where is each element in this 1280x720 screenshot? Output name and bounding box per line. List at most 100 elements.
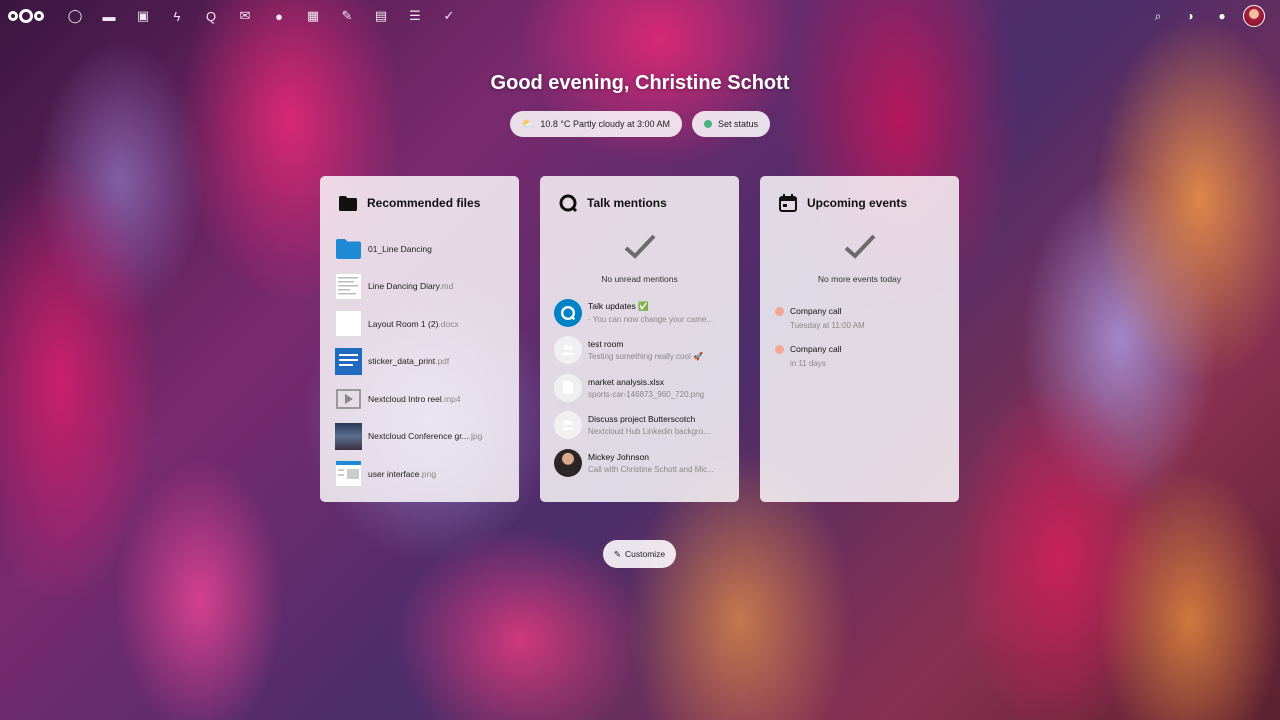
avatar [554, 448, 582, 477]
recommended-files-panel: Recommended files 01_Line Dancing Line D… [320, 176, 519, 502]
calendar-color-dot [775, 307, 784, 316]
mention-subtitle: sports-car-146873_960_720.png [588, 389, 705, 399]
user-menu[interactable] [1238, 0, 1270, 32]
event-title: Company call [790, 343, 842, 354]
avatar [1243, 5, 1265, 27]
contacts-icon[interactable]: ● [262, 0, 296, 32]
set-status-button[interactable]: Set status [692, 111, 771, 137]
talk-mentions-panel: Talk mentions No unread mentions Talk up… [540, 176, 739, 502]
mention-item[interactable]: test room Testing something really cool 🚀 [540, 332, 739, 370]
empty-message: No unread mentions [601, 274, 678, 284]
talk-icon [558, 193, 578, 213]
weather-text: 10.8 °C Partly cloudy at 3:00 AM [540, 119, 671, 129]
file-ext: .docx [438, 318, 459, 329]
file-ext: .pdf [435, 356, 450, 367]
file-ext: .jpg [468, 431, 483, 442]
empty-state: No unread mentions [540, 230, 739, 284]
mention-subtitle: Nextcloud Hub Linkedin backgro... [588, 427, 710, 437]
checkmark-icon [844, 234, 875, 259]
blank-document-thumbnail [335, 310, 362, 338]
deck-icon[interactable]: ▤ [364, 0, 398, 32]
file-item[interactable]: Layout Room 1 (2).docx [320, 305, 519, 343]
contacts-menu-icon[interactable]: ● [1206, 0, 1238, 32]
group-icon [554, 411, 582, 440]
mention-title: Talk updates ✅ [588, 301, 649, 312]
file-item[interactable]: Line Dancing Diary.md [320, 268, 519, 306]
nextcloud-logo[interactable] [8, 6, 46, 26]
talk-icon[interactable]: Q [194, 0, 228, 32]
panel-title: Upcoming events [807, 196, 908, 210]
photo-thumbnail [335, 422, 362, 450]
mention-title: test room [588, 339, 624, 350]
file-item[interactable]: sticker_data_print.pdf [320, 343, 519, 381]
dashboard-icon[interactable]: ◯ [58, 0, 92, 32]
panel-title: Talk mentions [587, 196, 667, 210]
app-menu: ◯ ▬ ▣ ϟ Q ✉ ● ▦ ✎ ▤ ☰ ✓ [58, 0, 466, 32]
calendar-icon [778, 193, 798, 213]
weather-status[interactable]: ⛅ 10.8 °C Partly cloudy at 3:00 AM [509, 111, 683, 137]
file-ext: .mp4 [441, 393, 461, 404]
status-row: ⛅ 10.8 °C Partly cloudy at 3:00 AM Set s… [0, 111, 1280, 137]
mention-item[interactable]: market analysis.xlsx sports-car-146873_96… [540, 369, 739, 407]
pencil-icon: ✎ [613, 548, 621, 559]
event-title: Company call [790, 306, 842, 316]
talk-avatar [554, 298, 582, 327]
mention-item[interactable]: Discuss project Butterscotch Nextcloud Hu… [540, 407, 739, 445]
calendar-icon[interactable]: ▦ [296, 0, 330, 32]
file-name: Nextcloud Conference gr... [368, 431, 469, 442]
empty-message: No more events today [817, 274, 902, 284]
mail-icon[interactable]: ✉ [228, 0, 262, 32]
panel-title: Recommended files [367, 196, 481, 210]
file-name: Nextcloud Intro reel [368, 393, 442, 404]
calendar-color-dot [775, 344, 784, 354]
file-item[interactable]: Nextcloud Conference gr....jpg [320, 418, 519, 456]
file-name: Line Dancing Diary [368, 281, 440, 292]
file-icon [554, 373, 582, 402]
file-item[interactable]: user interface.png [320, 455, 519, 493]
mention-title: Discuss project Butterscotch [588, 414, 696, 425]
tasks-icon[interactable]: ☰ [398, 0, 432, 32]
activity-icon[interactable]: ϟ [160, 0, 194, 32]
event-item[interactable]: Company call Tuesday at 11:00 AM [760, 300, 959, 338]
panel-header: Upcoming events [760, 176, 959, 230]
panel-header: Recommended files [320, 176, 519, 230]
folder-icon [338, 193, 358, 213]
mention-subtitle: - You can now change your came... [588, 315, 713, 325]
mention-title: market analysis.xlsx [588, 376, 665, 387]
mention-title: Mickey Johnson [588, 451, 649, 462]
online-status-dot [704, 120, 713, 128]
notes-icon[interactable]: ✎ [330, 0, 364, 32]
file-item[interactable]: 01_Line Dancing [320, 230, 519, 268]
file-ext: .png [419, 468, 437, 479]
mention-subtitle: Call with Christine Schott and Mic... [588, 464, 714, 474]
checkmark-icon[interactable]: ✓ [432, 0, 466, 32]
event-time: Tuesday at 11:00 AM [790, 321, 865, 330]
document-thumbnail [335, 272, 362, 300]
greeting-title: Good evening, Christine Schott [490, 72, 790, 94]
customize-label: Customize [624, 549, 666, 559]
event-item[interactable]: Company call in 11 days [760, 338, 959, 376]
search-icon[interactable]: ⌕ [1142, 0, 1174, 32]
mention-subtitle: Testing something really cool 🚀 [588, 352, 703, 362]
ui-thumbnail [335, 460, 362, 488]
file-name: Layout Room 1 (2) [368, 318, 439, 329]
customize-button[interactable]: ✎ Customize [603, 540, 676, 568]
folder-icon [335, 235, 362, 262]
upcoming-events-panel: Upcoming events No more events today Com… [760, 176, 959, 502]
checkmark-icon [624, 234, 655, 259]
set-status-label: Set status [718, 119, 759, 129]
files-icon[interactable]: ▬ [92, 0, 126, 32]
file-item[interactable]: Nextcloud Intro reel.mp4 [320, 380, 519, 418]
file-name: user interface [368, 468, 420, 479]
video-icon [335, 385, 362, 412]
partly-cloudy-icon: ⛅ [521, 118, 535, 130]
panel-header: Talk mentions [540, 176, 739, 230]
notifications-icon[interactable]: ◑ [1174, 0, 1206, 32]
mention-item[interactable]: Mickey Johnson Call with Christine Schott… [540, 444, 739, 482]
mention-item[interactable]: Talk updates ✅ - You can now change your … [540, 294, 739, 332]
sticker-thumbnail [335, 347, 362, 375]
photos-icon[interactable]: ▣ [126, 0, 160, 32]
header-right: ⌕ ◑ ● [1142, 0, 1270, 32]
file-ext: .md [439, 281, 454, 292]
group-icon [554, 336, 582, 365]
